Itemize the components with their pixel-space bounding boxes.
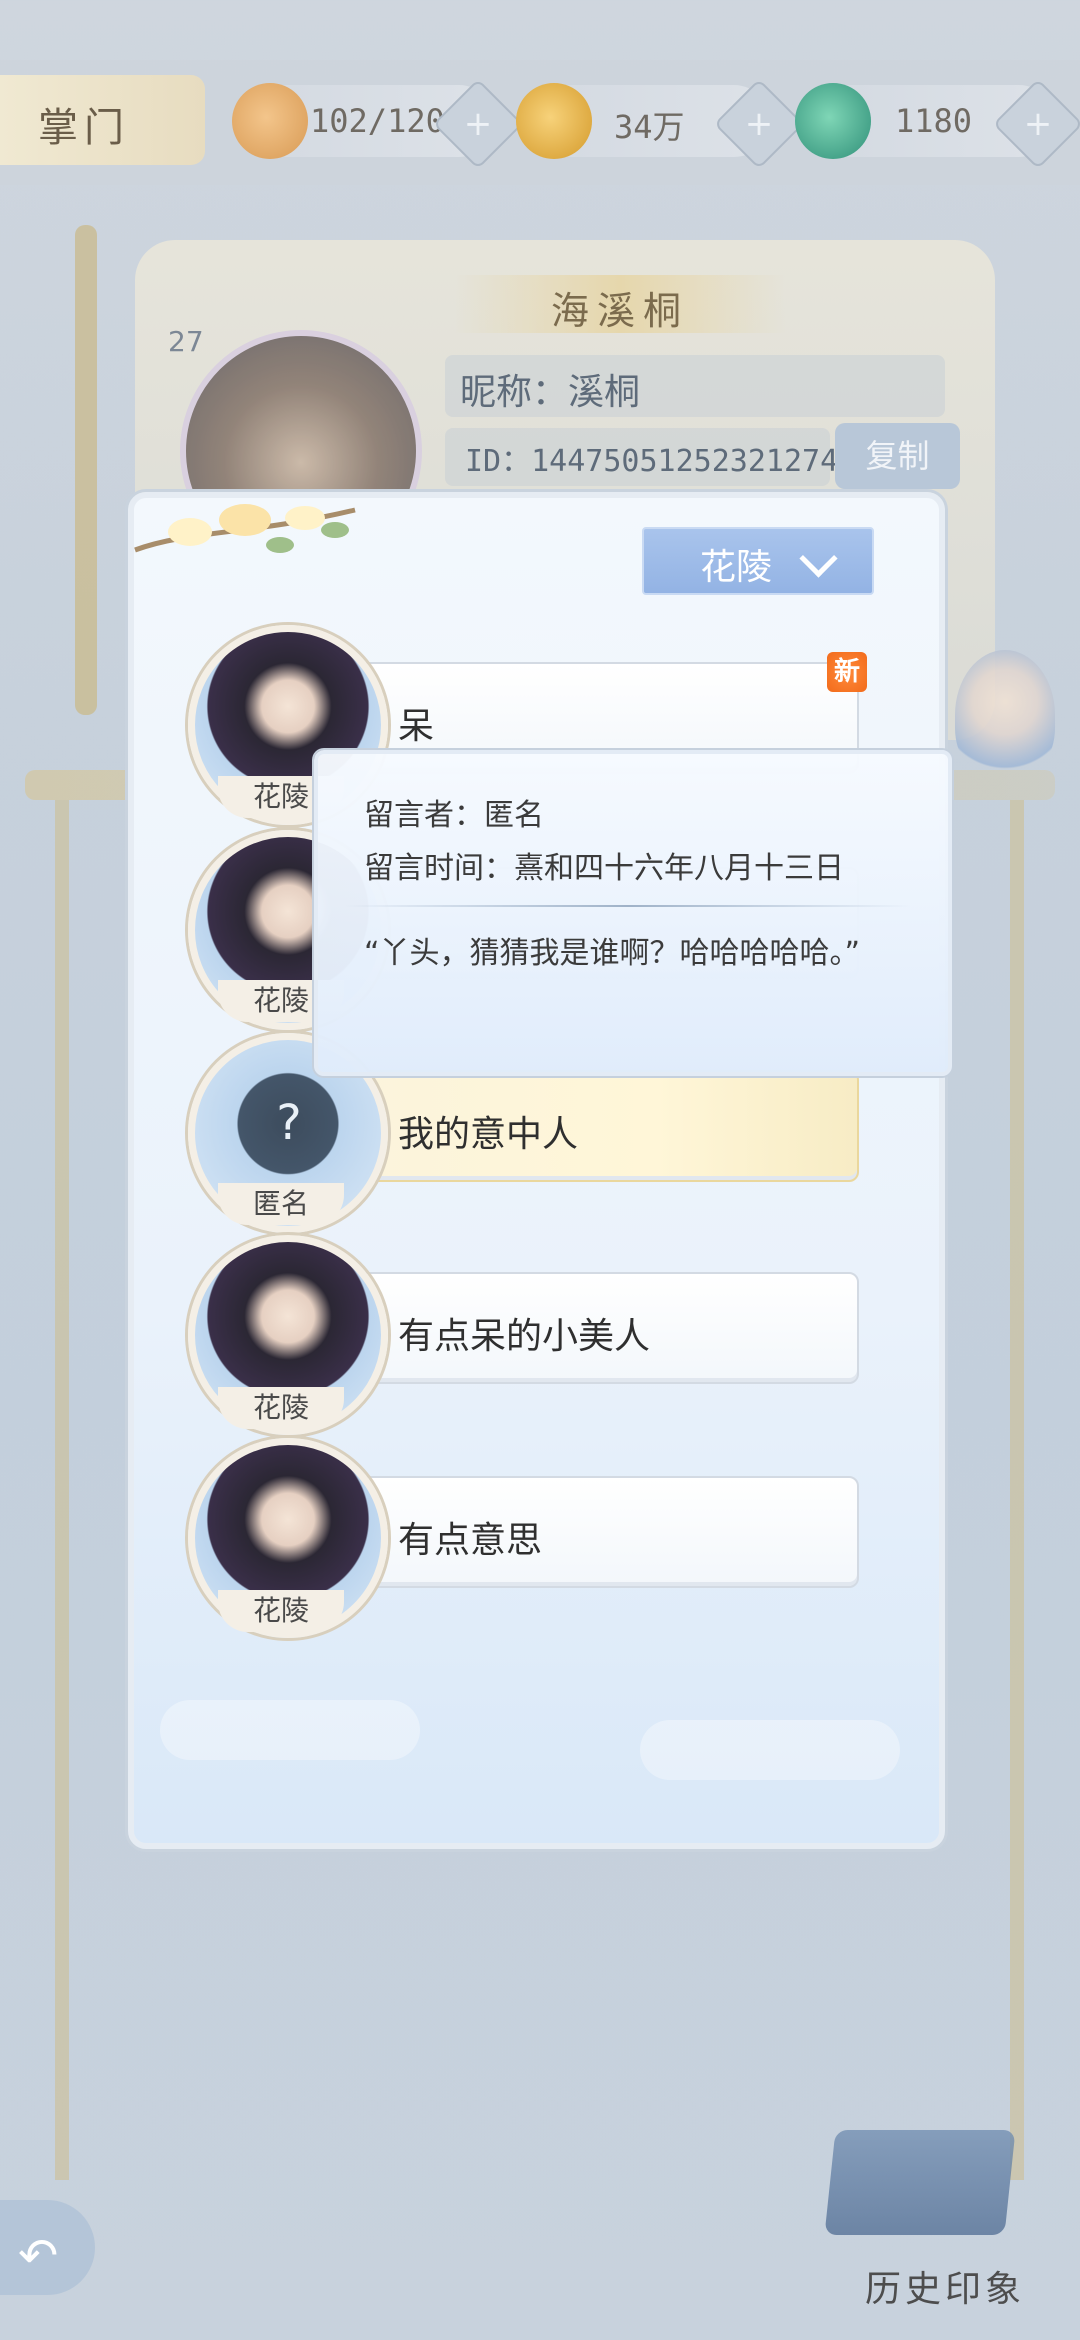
player-name: 海溪桐 <box>550 289 689 333</box>
message-text: 有点呆的小美人 <box>398 1316 651 1357</box>
tooltip-divider <box>345 905 910 907</box>
author-name: 匿名 <box>218 1183 344 1225</box>
message-text: 我的意中人 <box>398 1114 579 1155</box>
cloud-decoration <box>160 1700 420 1760</box>
shelf-post-right <box>1010 800 1024 2180</box>
tooltip-time: 留言时间：熹和四十六年八月十三日 <box>364 851 844 886</box>
tooltip-author: 留言者：匿名 <box>364 798 544 833</box>
cat-stamina-icon <box>232 83 308 159</box>
coin-icon <box>516 83 592 159</box>
player-level: 27 <box>168 325 204 358</box>
jade-icon <box>795 83 871 159</box>
flower-branch-decoration <box>134 504 356 553</box>
new-badge: 新 <box>827 652 867 692</box>
shelf-post-left <box>55 800 69 2180</box>
scroll-rod <box>75 225 97 715</box>
jade-value: 1180 <box>895 102 973 140</box>
author-name: 花陵 <box>218 1387 344 1429</box>
copy-id-button[interactable]: 复制 <box>835 423 960 489</box>
player-id: ID：144750512523212740 <box>465 444 857 479</box>
nickname-text: 昵称：溪桐 <box>460 372 641 413</box>
history-impression-button[interactable]: 历史印象 <box>860 2260 1030 2312</box>
coin-value: 34万 <box>614 108 685 146</box>
filter-label: 花陵 <box>700 547 773 588</box>
chibi-character[interactable] <box>955 650 1055 780</box>
back-arrow-icon: ↶ <box>18 2228 59 2284</box>
question-mark-icon: ? <box>276 1095 302 1151</box>
message-text: 有点意思 <box>398 1520 543 1561</box>
cloud-decoration <box>640 1720 900 1780</box>
history-book-icon[interactable] <box>824 2130 1016 2235</box>
page-title: 掌门 <box>38 105 130 151</box>
author-name: 花陵 <box>218 1590 344 1632</box>
stamina-value: 102/120 <box>310 102 445 140</box>
message-text: 呆 <box>398 706 435 747</box>
tooltip-message: “丫头，猜猜我是谁啊？哈哈哈哈哈。” <box>364 936 861 971</box>
